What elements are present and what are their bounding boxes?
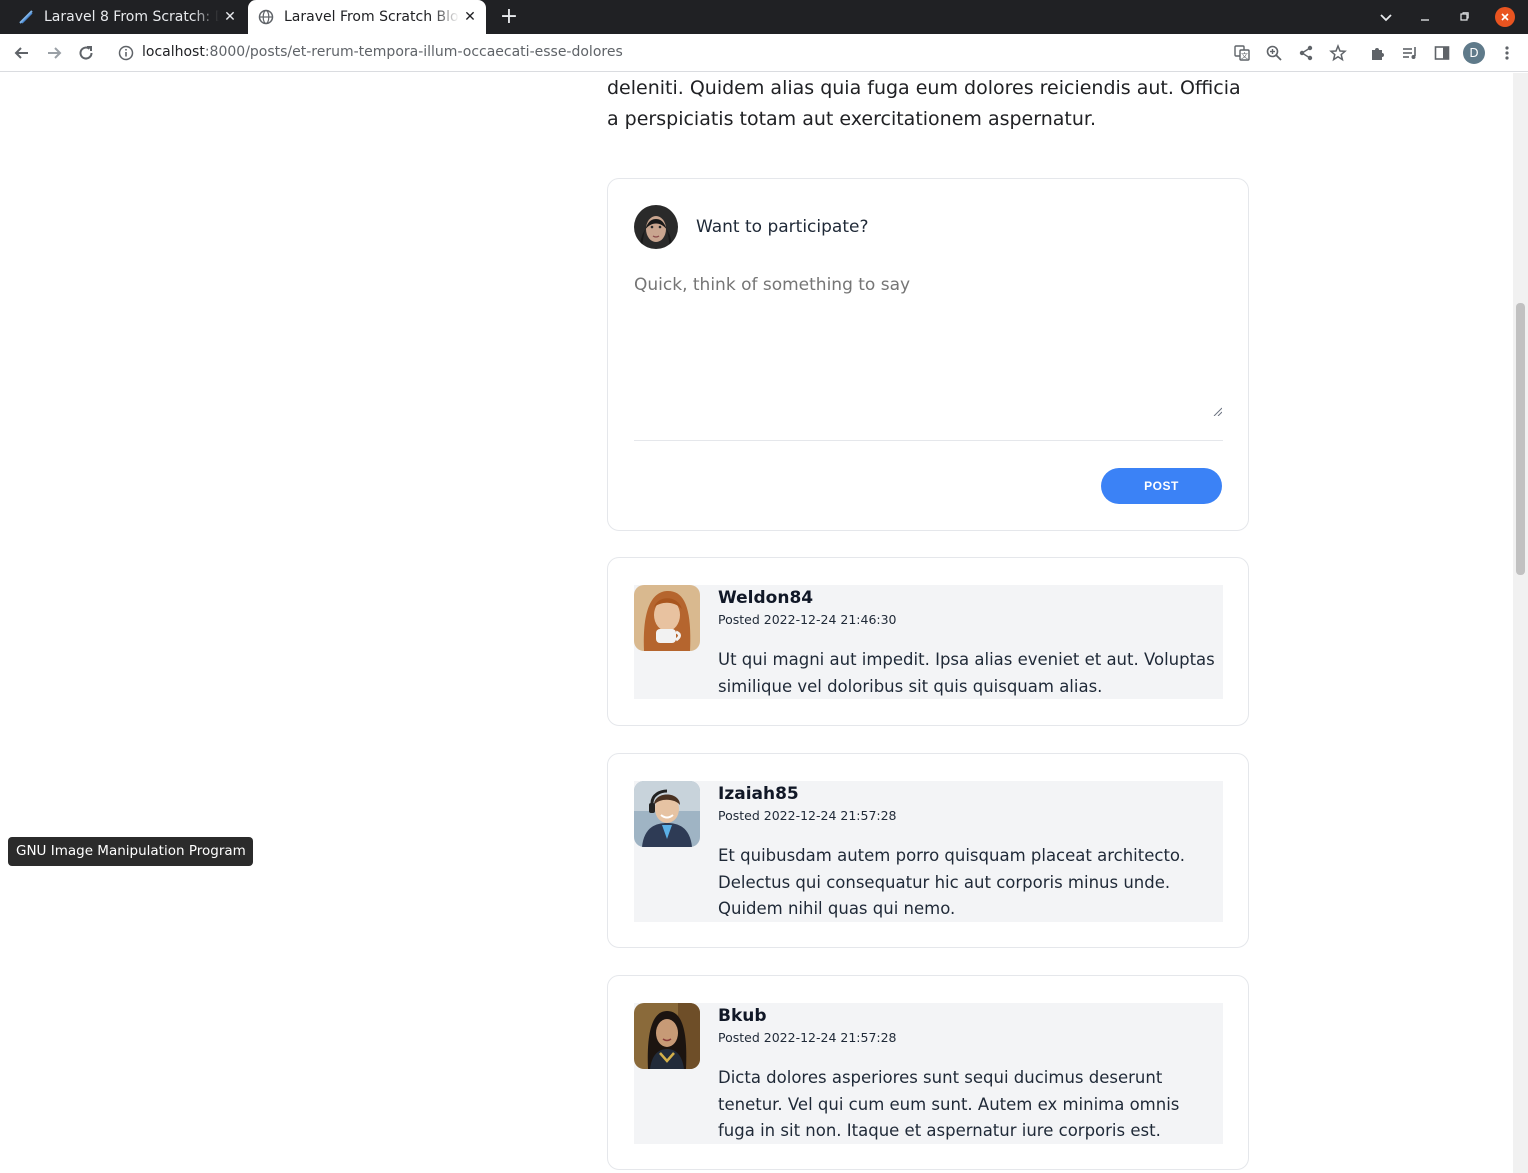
minimize-icon[interactable] [1414, 6, 1436, 28]
user-avatar [634, 205, 678, 249]
comment-card: Bkub Posted 2022-12-24 21:57:28 Dicta do… [607, 975, 1249, 1170]
translate-icon[interactable]: 文 [1230, 41, 1254, 65]
comment-textarea[interactable] [634, 275, 1223, 411]
comment-author[interactable]: Weldon84 [718, 588, 813, 608]
browser-tab-bar: Laravel 8 From Scratch: Dependency ✕ Lar… [0, 0, 1528, 34]
comment-timestamp: Posted 2022-12-24 21:46:30 [718, 612, 897, 627]
comment-body-block: Weldon84 Posted 2022-12-24 21:46:30 Ut q… [634, 585, 1223, 699]
svg-text:文: 文 [1241, 51, 1248, 60]
comment-text: Et quibusdam autem porro quisquam placea… [718, 846, 1185, 918]
comment-timestamp: Posted 2022-12-24 21:57:28 [718, 1030, 897, 1045]
commenter-avatar [634, 1003, 700, 1069]
zoom-icon[interactable] [1262, 41, 1286, 65]
laracasts-icon [18, 9, 34, 25]
tab-title: Laravel From Scratch Blog [284, 9, 459, 25]
close-icon[interactable]: ✕ [222, 9, 238, 25]
comment-body-block: Bkub Posted 2022-12-24 21:57:28 Dicta do… [634, 1003, 1223, 1144]
profile-avatar[interactable]: D [1463, 42, 1485, 64]
browser-toolbar: localhost:8000/posts/et-rerum-tempora-il… [0, 34, 1528, 72]
comment-card: Izaiah85 Posted 2022-12-24 21:57:28 Et q… [607, 753, 1249, 948]
vertical-scrollbar[interactable] [1513, 73, 1528, 1173]
reload-icon[interactable] [74, 41, 98, 65]
scrollbar-thumb[interactable] [1516, 303, 1525, 575]
url-host: localhost [142, 44, 205, 60]
commenter-avatar [634, 781, 700, 847]
page-content: deleniti. Quidem alias quia fuga eum dol… [0, 73, 1513, 1173]
tab-laravel-from-scratch-blog[interactable]: Laravel From Scratch Blog ✕ [248, 0, 486, 34]
media-queue-icon[interactable] [1398, 41, 1422, 65]
form-divider [634, 440, 1223, 441]
comment-timestamp: Posted 2022-12-24 21:57:28 [718, 808, 897, 823]
post-body-text: deleniti. Quidem alias quia fuga eum dol… [607, 77, 1241, 130]
address-bar[interactable]: localhost:8000/posts/et-rerum-tempora-il… [108, 38, 1358, 68]
comment-form: Want to participate? POST [607, 178, 1249, 531]
comment-text: Ut qui magni aut impedit. Ipsa alias eve… [718, 650, 1215, 696]
extensions-puzzle-icon[interactable] [1366, 41, 1390, 65]
share-icon[interactable] [1294, 41, 1318, 65]
dock-tooltip: GNU Image Manipulation Program [8, 837, 253, 866]
bookmark-star-icon[interactable] [1326, 41, 1350, 65]
post-comment-button[interactable]: POST [1101, 468, 1222, 504]
tab-laravel-8-from-scratch[interactable]: Laravel 8 From Scratch: Dependency ✕ [8, 0, 246, 34]
compose-prompt: Want to participate? [696, 217, 869, 237]
side-panel-icon[interactable] [1430, 41, 1454, 65]
url-text: localhost:8000/posts/et-rerum-tempora-il… [142, 44, 623, 60]
comment-card: Weldon84 Posted 2022-12-24 21:46:30 Ut q… [607, 557, 1249, 726]
close-icon[interactable]: ✕ [462, 9, 478, 25]
tab-search-chevron-icon[interactable] [1375, 6, 1397, 28]
globe-icon [258, 9, 274, 25]
comment-body-block: Izaiah85 Posted 2022-12-24 21:57:28 Et q… [634, 781, 1223, 922]
kebab-menu-icon[interactable] [1495, 41, 1519, 65]
new-tab-button[interactable]: + [497, 5, 521, 29]
back-arrow-icon[interactable] [10, 41, 34, 65]
commenter-avatar [634, 585, 700, 651]
comment-text: Dicta dolores asperiores sunt sequi duci… [718, 1068, 1180, 1140]
tab-title: Laravel 8 From Scratch: Dependency [44, 9, 219, 25]
restore-icon[interactable] [1453, 6, 1475, 28]
comment-author[interactable]: Izaiah85 [718, 784, 799, 804]
resize-handle-icon[interactable] [1212, 401, 1223, 417]
window-close-icon[interactable] [1495, 7, 1515, 27]
url-path: :8000/posts/et-rerum-tempora-illum-occae… [204, 44, 623, 60]
forward-arrow-icon[interactable] [42, 41, 66, 65]
comment-author[interactable]: Bkub [718, 1006, 767, 1026]
site-info-icon[interactable] [118, 45, 134, 61]
